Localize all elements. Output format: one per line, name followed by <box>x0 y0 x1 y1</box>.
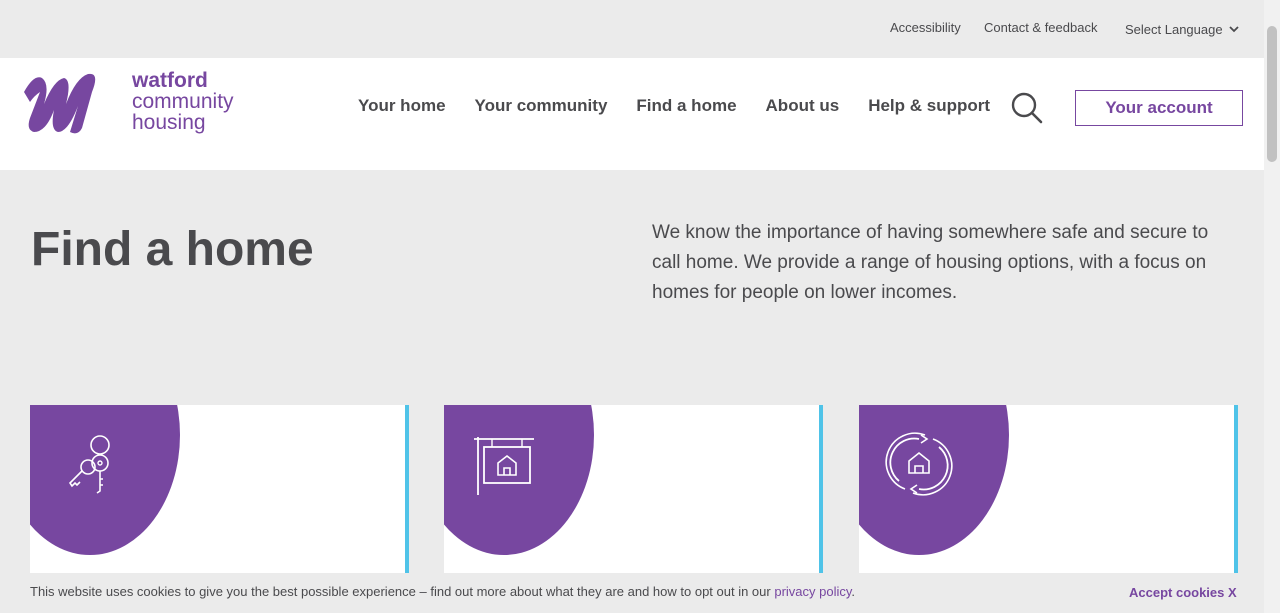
cookie-message-end: . <box>851 584 856 599</box>
accessibility-link[interactable]: Accessibility <box>890 20 961 35</box>
scrollbar[interactable] <box>1264 0 1280 613</box>
logo-line-3: housing <box>132 111 206 134</box>
logo-line-1: watford <box>132 69 208 92</box>
language-select[interactable]: Select Language <box>1125 22 1239 37</box>
privacy-policy-link[interactable]: privacy policy <box>774 584 851 599</box>
scrollbar-thumb[interactable] <box>1267 26 1277 162</box>
house-sign-icon <box>474 437 534 495</box>
your-account-button[interactable]: Your account <box>1075 90 1243 126</box>
cookie-banner: This website uses cookies to give you th… <box>0 573 1264 613</box>
contact-feedback-link[interactable]: Contact & feedback <box>984 20 1097 35</box>
language-select-label: Select Language <box>1125 22 1223 37</box>
cookie-message: This website uses cookies to give you th… <box>30 584 855 599</box>
card-house-sign[interactable] <box>444 405 823 573</box>
nav-about-us[interactable]: About us <box>766 96 840 116</box>
keys-icon <box>68 435 110 494</box>
logo[interactable]: watford community housing <box>20 70 270 138</box>
logo-line-2: community <box>132 90 234 113</box>
site-header: watford community housing Your home Your… <box>0 58 1264 170</box>
search-button[interactable] <box>1010 92 1044 124</box>
logo-text: watford community housing <box>132 70 234 133</box>
nav-your-home[interactable]: Your home <box>358 96 446 116</box>
card-house-exchange[interactable] <box>859 405 1238 573</box>
cookie-message-text: This website uses cookies to give you th… <box>30 584 775 599</box>
page-title: Find a home <box>31 223 314 276</box>
nav-your-community[interactable]: Your community <box>475 96 608 116</box>
chevron-down-icon <box>1228 26 1239 33</box>
main-nav: Your home Your community Find a home Abo… <box>358 96 1019 116</box>
house-exchange-icon <box>885 432 953 496</box>
card-keys[interactable] <box>30 405 409 573</box>
accept-cookies-button[interactable]: Accept cookies X <box>1129 585 1237 600</box>
search-icon <box>1011 92 1043 124</box>
nav-find-a-home[interactable]: Find a home <box>636 96 736 116</box>
nav-help-support[interactable]: Help & support <box>868 96 990 116</box>
utility-bar: Accessibility Contact & feedback Select … <box>0 0 1264 58</box>
intro-text: We know the importance of having somewhe… <box>652 222 1209 303</box>
logo-mark-icon <box>24 73 96 134</box>
